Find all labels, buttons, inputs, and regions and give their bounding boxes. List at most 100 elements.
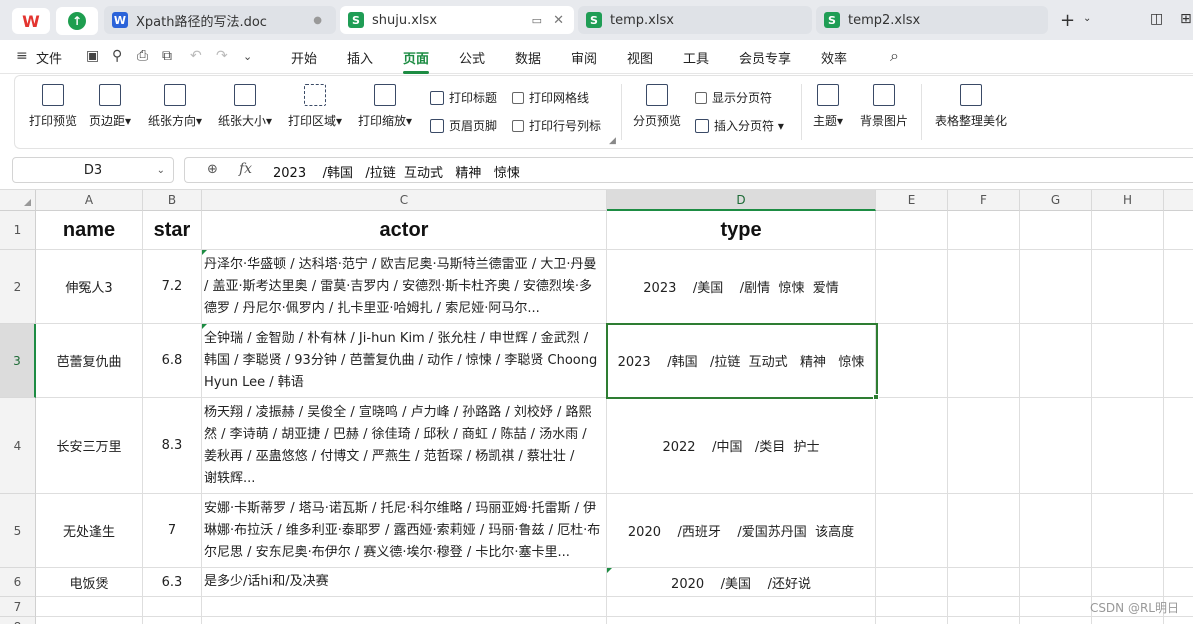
zoom-icon[interactable]: ⊕ (207, 162, 218, 177)
empty-cell[interactable] (1092, 494, 1164, 568)
hamburger-menu-icon[interactable]: ≡ (16, 48, 28, 64)
empty-cell[interactable] (876, 568, 948, 597)
cell-c1[interactable]: actor (202, 211, 607, 250)
redo-icon[interactable]: ↷ (216, 48, 228, 64)
empty-cell[interactable] (1164, 568, 1193, 597)
tab-shuju-xlsx[interactable]: S shuju.xlsx ▭ ✕ (340, 6, 574, 34)
row-header-3[interactable]: 3 (0, 324, 36, 398)
cell-d6[interactable]: 2020 /美国 /还好说 (607, 568, 876, 597)
empty-cell[interactable] (1164, 211, 1193, 250)
cell-a4[interactable]: 长安三万里 (36, 398, 143, 494)
fx-icon[interactable]: fx (239, 161, 252, 177)
cell-c3[interactable]: 全钟瑞 / 金智勋 / 朴有林 / Ji-hun Kim / 张允柱 / 申世辉… (202, 324, 607, 398)
column-header-e[interactable]: E (876, 190, 948, 211)
chevron-down-icon[interactable]: ⌄ (157, 165, 165, 176)
print-gridlines-checkbox[interactable]: 打印网格线 (512, 89, 589, 106)
chevron-down-icon[interactable]: ⌄ (243, 50, 252, 63)
cell-b2[interactable]: 7.2 (143, 250, 202, 324)
empty-cell[interactable] (876, 324, 948, 398)
grid-apps-icon[interactable]: ⊞ (1180, 11, 1192, 27)
wps-logo-icon[interactable]: W (12, 8, 50, 34)
cell-c4[interactable]: 杨天翔 / 凌振赫 / 吴俊全 / 宣晓鸣 / 卢力峰 / 孙路路 / 刘校妤 … (202, 398, 607, 494)
empty-cell[interactable] (607, 617, 876, 624)
cell-a1[interactable]: name (36, 211, 143, 250)
empty-cell[interactable] (948, 324, 1020, 398)
tab-temp-xlsx[interactable]: S temp.xlsx (578, 6, 812, 34)
background-image-button[interactable]: 背景图片 (860, 84, 908, 129)
cell-a5[interactable]: 无处逢生 (36, 494, 143, 568)
cell-c6[interactable]: 是多少/话hi和/及决赛 (202, 568, 607, 597)
undo-icon[interactable]: ↶ (190, 48, 202, 64)
checkbox-icon[interactable] (695, 91, 707, 104)
row-header-2[interactable]: 2 (0, 250, 36, 324)
tab-xpath-doc[interactable]: W Xpath路径的写法.doc ● (104, 6, 336, 34)
formula-content[interactable]: 2023 /韩国 /拉链 互动式 精神 惊悚 (273, 162, 520, 181)
column-header-blank[interactable] (1164, 190, 1193, 211)
print-icon[interactable]: ⎙ (137, 48, 148, 64)
table-beautify-button[interactable]: 表格整理美化 (935, 84, 1007, 129)
save-icon[interactable]: ▣ (86, 48, 99, 64)
empty-cell[interactable] (876, 617, 948, 624)
cell-b6[interactable]: 6.3 (143, 568, 202, 597)
menu-review[interactable]: 审阅 (571, 48, 597, 67)
print-preview-icon[interactable]: ⧉ (162, 48, 172, 64)
empty-cell[interactable] (1020, 494, 1092, 568)
empty-cell[interactable] (876, 597, 948, 617)
menu-data[interactable]: 数据 (515, 48, 541, 67)
row-header-5[interactable]: 5 (0, 494, 36, 568)
cell-b5[interactable]: 7 (143, 494, 202, 568)
column-header-f[interactable]: F (948, 190, 1020, 211)
menu-member[interactable]: 会员专享 (739, 48, 791, 67)
menu-view[interactable]: 视图 (627, 48, 653, 67)
menu-insert[interactable]: 插入 (347, 48, 373, 67)
cell-b1[interactable]: star (143, 211, 202, 250)
empty-cell[interactable] (1164, 494, 1193, 568)
empty-cell[interactable] (1092, 211, 1164, 250)
row-header-7[interactable]: 7 (0, 597, 36, 617)
empty-cell[interactable] (1092, 398, 1164, 494)
print-preview-button[interactable]: 打印预览 (29, 84, 77, 129)
empty-cell[interactable] (1092, 568, 1164, 597)
print-rowcol-checkbox[interactable]: 打印行号列标 (512, 117, 601, 134)
empty-cell[interactable] (1164, 617, 1193, 624)
orientation-button[interactable]: 纸张方向▾ (148, 84, 202, 129)
cell-c5[interactable]: 安娜·卡斯蒂罗 / 塔马·诺瓦斯 / 托尼·科尔维略 / 玛丽亚姆·托雷斯 / … (202, 494, 607, 568)
empty-cell[interactable] (36, 597, 143, 617)
empty-cell[interactable] (1020, 211, 1092, 250)
empty-cell[interactable] (202, 597, 607, 617)
empty-cell[interactable] (948, 597, 1020, 617)
show-pagebreak-checkbox[interactable]: 显示分页符 (695, 89, 772, 106)
empty-cell[interactable] (948, 568, 1020, 597)
close-tab-icon[interactable]: ✕ (553, 13, 564, 28)
cell-a6[interactable]: 电饭煲 (36, 568, 143, 597)
chevron-down-icon[interactable]: ⌄ (1083, 13, 1091, 24)
theme-button[interactable]: 主题▾ (813, 84, 843, 129)
empty-cell[interactable] (876, 494, 948, 568)
menu-efficiency[interactable]: 效率 (821, 48, 847, 67)
header-footer-button[interactable]: 页眉页脚 (430, 117, 497, 134)
window-layout-icon[interactable]: ◫ (1150, 11, 1163, 27)
empty-cell[interactable] (1092, 250, 1164, 324)
cell-d4[interactable]: 2022 /中国 /类目 护士 (607, 398, 876, 494)
empty-cell[interactable] (36, 617, 143, 624)
empty-cell[interactable] (876, 211, 948, 250)
fill-handle[interactable] (873, 394, 879, 400)
empty-cell[interactable] (1020, 568, 1092, 597)
empty-cell[interactable] (1092, 617, 1164, 624)
empty-cell[interactable] (948, 211, 1020, 250)
print-scale-button[interactable]: 打印缩放▾ (358, 84, 412, 129)
cell-d3[interactable]: 2023 /韩国 /拉链 互动式 精神 惊悚 (607, 324, 876, 398)
row-header-1[interactable]: 1 (0, 211, 36, 250)
menu-formula[interactable]: 公式 (459, 48, 485, 67)
column-header-d[interactable]: D (607, 190, 876, 211)
checkbox-icon[interactable] (512, 91, 524, 104)
column-header-h[interactable]: H (1092, 190, 1164, 211)
page-break-preview-button[interactable]: 分页预览 (633, 84, 681, 129)
search-icon[interactable]: ⌕ (890, 46, 899, 66)
cell-b3[interactable]: 6.8 (143, 324, 202, 398)
empty-cell[interactable] (1164, 324, 1193, 398)
cell-a2[interactable]: 伸冤人3 (36, 250, 143, 324)
empty-cell[interactable] (1164, 398, 1193, 494)
paper-size-button[interactable]: 纸张大小▾ (218, 84, 272, 129)
new-tab-plus-icon[interactable]: + (1060, 10, 1075, 31)
